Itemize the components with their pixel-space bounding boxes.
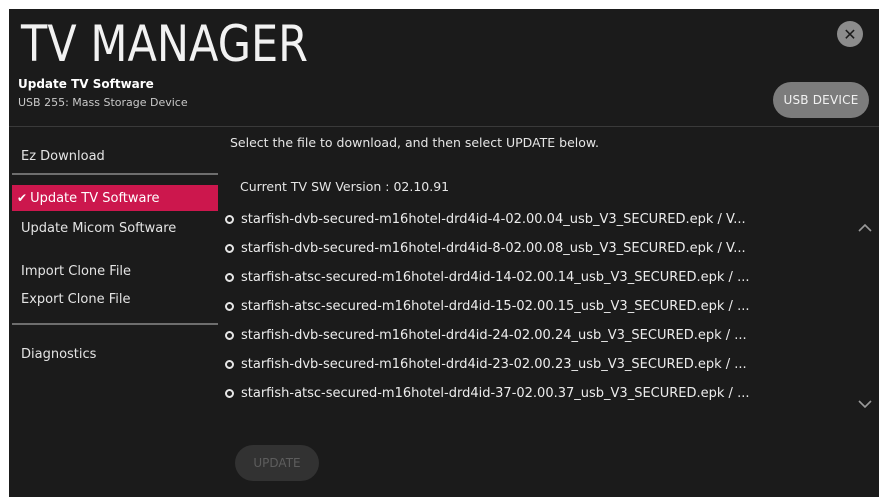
file-list-item[interactable]: starfish-dvb-secured-m16hotel-drd4id-8-0…	[225, 236, 855, 260]
file-list-item[interactable]: starfish-dvb-secured-m16hotel-drd4id-4-0…	[225, 207, 855, 231]
scroll-up-button[interactable]	[854, 220, 876, 234]
tv-manager-screen: TV MANAGER Update TV Software USB 255: M…	[9, 9, 879, 497]
sidebar-item-update-micom-software[interactable]: Update Micom Software	[12, 215, 218, 241]
app-title: TV MANAGER	[21, 15, 309, 73]
current-version-text: Current TV SW Version : 02.10.91	[240, 179, 450, 194]
radio-icon	[225, 243, 234, 253]
radio-icon	[225, 214, 234, 224]
instruction-text: Select the file to download, and then se…	[230, 135, 599, 150]
radio-icon	[225, 272, 234, 282]
sidebar-item-label: Update TV Software	[30, 190, 160, 206]
sidebar-item-import-clone-file[interactable]: Import Clone File	[12, 258, 218, 284]
sidebar: Ez Download ✔ Update TV Software Update …	[9, 127, 221, 497]
chevron-up-icon	[858, 223, 872, 232]
file-list-item[interactable]: starfish-atsc-secured-m16hotel-drd4id-14…	[225, 265, 855, 289]
sidebar-divider	[12, 323, 218, 325]
sidebar-item-export-clone-file[interactable]: Export Clone File	[12, 286, 218, 312]
file-name: starfish-atsc-secured-m16hotel-drd4id-14…	[241, 269, 750, 285]
file-name: starfish-dvb-secured-m16hotel-drd4id-4-0…	[241, 211, 746, 227]
sidebar-item-label: Update Micom Software	[21, 220, 177, 236]
radio-icon	[225, 301, 234, 311]
scroll-down-button[interactable]	[854, 396, 876, 410]
sidebar-item-update-tv-software[interactable]: ✔ Update TV Software	[12, 185, 218, 211]
file-name: starfish-dvb-secured-m16hotel-drd4id-24-…	[241, 327, 747, 343]
radio-icon	[225, 359, 234, 369]
update-button[interactable]: UPDATE	[235, 445, 319, 481]
sidebar-item-diagnostics[interactable]: Diagnostics	[12, 341, 218, 367]
check-icon: ✔	[17, 191, 28, 205]
close-button[interactable]: ✕	[837, 21, 863, 47]
page-subtitle: Update TV Software	[18, 77, 154, 91]
close-icon: ✕	[843, 24, 857, 44]
sidebar-item-label: Export Clone File	[21, 291, 131, 307]
file-name: starfish-atsc-secured-m16hotel-drd4id-37…	[241, 385, 750, 401]
device-label: USB 255: Mass Storage Device	[18, 96, 188, 109]
sidebar-item-label: Diagnostics	[21, 346, 97, 362]
file-name: starfish-atsc-secured-m16hotel-drd4id-15…	[241, 298, 750, 314]
sidebar-item-ez-download[interactable]: Ez Download	[12, 143, 218, 169]
file-name: starfish-dvb-secured-m16hotel-drd4id-8-0…	[241, 240, 746, 256]
usb-device-button[interactable]: USB DEVICE	[773, 82, 869, 118]
radio-icon	[225, 330, 234, 340]
sidebar-item-label: Ez Download	[21, 148, 105, 164]
file-list-item[interactable]: starfish-atsc-secured-m16hotel-drd4id-37…	[225, 381, 855, 405]
radio-icon	[225, 388, 234, 398]
sidebar-item-label: Import Clone File	[21, 263, 132, 279]
file-list-item[interactable]: starfish-dvb-secured-m16hotel-drd4id-23-…	[225, 352, 855, 376]
file-list-item[interactable]: starfish-dvb-secured-m16hotel-drd4id-24-…	[225, 323, 855, 347]
file-list-item[interactable]: starfish-atsc-secured-m16hotel-drd4id-15…	[225, 294, 855, 318]
sidebar-divider	[12, 173, 218, 175]
file-name: starfish-dvb-secured-m16hotel-drd4id-23-…	[241, 356, 747, 372]
chevron-down-icon	[858, 400, 872, 409]
